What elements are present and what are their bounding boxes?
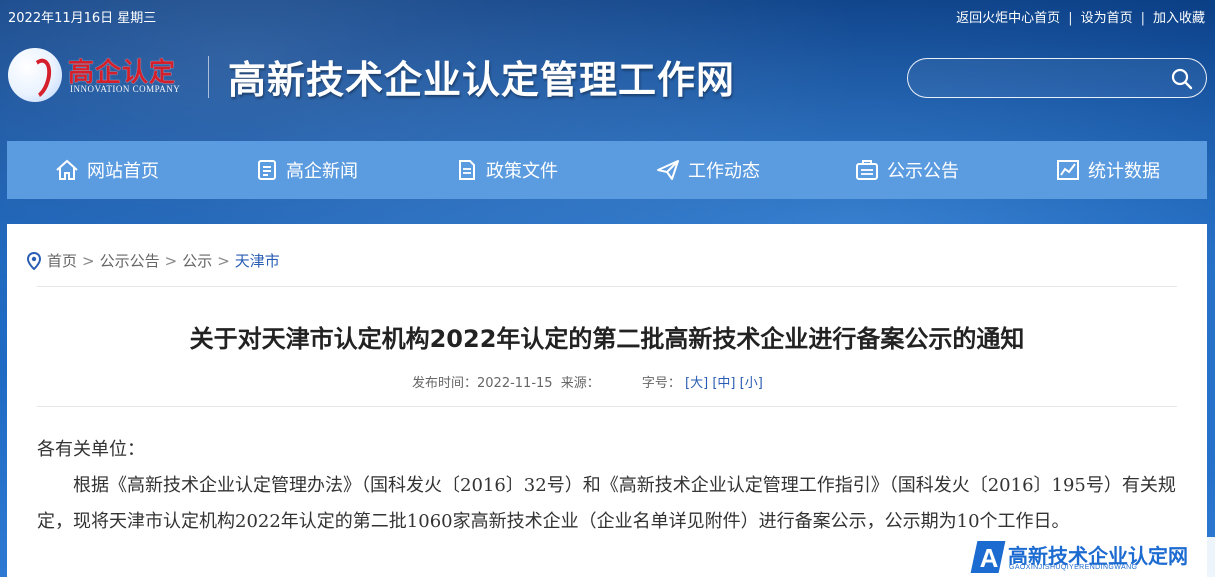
- notice-icon: [856, 160, 878, 180]
- nav-item-label: 网站首页: [87, 161, 159, 182]
- logo-mark-icon: [8, 48, 62, 102]
- font-size-medium[interactable]: [中]: [712, 376, 735, 391]
- breadcrumb-separator: >: [164, 251, 178, 270]
- article-paragraph: 根据《高新技术企业认定管理办法》（国科发火〔2016〕32号）和《高新技术企业认…: [37, 475, 1176, 532]
- top-links: 返回火炬中心首页 | 设为首页 | 加入收藏: [956, 7, 1205, 26]
- link-set-homepage[interactable]: 设为首页: [1081, 11, 1133, 26]
- site-title: 高新技术企业认定管理工作网: [228, 57, 736, 102]
- current-date: 2022年11月16日 星期三: [8, 11, 157, 26]
- article-meta: 发布时间：2022-11-15 来源： 字号： [大] [中] [小]: [412, 372, 763, 391]
- font-size-small[interactable]: [小]: [740, 376, 763, 391]
- breadcrumb-separator: >: [217, 251, 230, 270]
- link-torch-home[interactable]: 返回火炬中心首页: [956, 11, 1060, 26]
- nav-item-policy[interactable]: 政策文件: [456, 141, 558, 199]
- font-size-large[interactable]: [大]: [685, 376, 708, 391]
- publish-date: 2022-11-15: [477, 376, 553, 391]
- breadcrumb-notices[interactable]: 公示公告: [100, 250, 160, 271]
- nav-item-news[interactable]: 高企新闻: [256, 141, 358, 199]
- main-nav: 网站首页 高企新闻 政策文件 工作动态 公示公告 统计数据: [7, 141, 1207, 199]
- nav-item-notices[interactable]: 公示公告: [855, 141, 959, 199]
- breadcrumb-current[interactable]: 天津市: [235, 250, 280, 271]
- article-panel: 首页 > 公示公告 > 公示 > 天津市 关于对天津市认定机构2022年认定的第…: [7, 224, 1207, 577]
- breadcrumb-publicity[interactable]: 公示: [182, 250, 212, 271]
- breadcrumb-home[interactable]: 首页: [47, 250, 77, 271]
- nav-item-label: 高企新闻: [286, 161, 358, 182]
- article-body: 各有关单位： 根据《高新技术企业认定管理办法》（国科发火〔2016〕32号）和《…: [37, 432, 1177, 540]
- home-icon: [56, 159, 78, 180]
- nav-item-label: 统计数据: [1088, 161, 1160, 182]
- link-separator: |: [1140, 11, 1145, 26]
- site-logo[interactable]: 高企认定 INNOVATION COMPANY: [8, 46, 198, 102]
- search-input[interactable]: [924, 67, 1168, 93]
- article-title: 关于对天津市认定机构2022年认定的第二批高新技术企业进行备案公示的通知: [189, 325, 1025, 353]
- logo-divider: [208, 56, 209, 98]
- nav-item-work-news[interactable]: 工作动态: [656, 141, 760, 199]
- nav-item-home[interactable]: 网站首页: [55, 141, 159, 199]
- watermark-logo: 高新技术企业认定网 GAOXINJISHUQIYERENDINGWANG: [968, 537, 1215, 577]
- font-size-label: 字号：: [641, 376, 681, 391]
- nav-item-label: 公示公告: [887, 161, 959, 182]
- chart-icon: [1057, 160, 1079, 180]
- breadcrumb: 首页 > 公示公告 > 公示 > 天津市: [27, 250, 280, 271]
- link-separator: |: [1068, 11, 1073, 26]
- salutation: 各有关单位：: [37, 439, 145, 460]
- nav-item-label: 政策文件: [486, 161, 558, 182]
- source-label: 来源：: [560, 376, 600, 391]
- nav-item-statistics[interactable]: 统计数据: [1056, 141, 1160, 199]
- breadcrumb-separator: >: [82, 251, 95, 270]
- link-add-favorite[interactable]: 加入收藏: [1153, 11, 1205, 26]
- watermark-a-icon: [970, 541, 1006, 573]
- search-icon[interactable]: [1170, 67, 1194, 91]
- logo-en-text: INNOVATION COMPANY: [70, 84, 181, 94]
- document-icon: [459, 160, 475, 180]
- send-icon: [657, 160, 679, 180]
- divider: [37, 406, 1177, 407]
- news-icon: [258, 160, 276, 180]
- publish-label: 发布时间：: [412, 376, 478, 391]
- location-pin-icon: [27, 251, 41, 270]
- top-bar: 2022年11月16日 星期三 返回火炬中心首页 | 设为首页 | 加入收藏: [0, 0, 1215, 30]
- divider: [37, 286, 1177, 287]
- search-box: [907, 58, 1207, 98]
- watermark-en: GAOXINJISHUQIYERENDINGWANG: [1009, 564, 1138, 571]
- nav-item-label: 工作动态: [688, 161, 760, 182]
